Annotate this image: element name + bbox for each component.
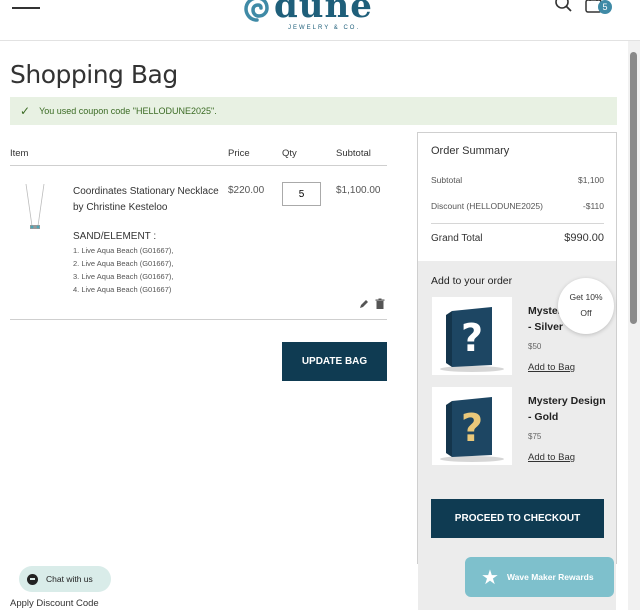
discount-value: -$110 [582, 201, 604, 211]
table-divider [10, 165, 387, 166]
trash-icon[interactable] [375, 298, 385, 310]
mystery-gold-image[interactable]: ? [432, 387, 512, 465]
product-price: $50 [528, 342, 542, 351]
chat-label: Chat with us [46, 574, 93, 584]
table-divider [10, 319, 387, 320]
column-header-item: Item [10, 148, 29, 159]
check-icon: ✓ [20, 104, 31, 118]
quantity-input[interactable] [282, 182, 321, 206]
column-header-price: Price [228, 148, 250, 159]
chat-bubble-icon [27, 573, 38, 585]
chat-widget-button[interactable]: Chat with us [19, 566, 111, 592]
cart-item-subtotal: $1,100.00 [336, 185, 381, 196]
search-icon[interactable] [554, 0, 574, 14]
update-bag-button[interactable]: UPDATE BAG [282, 342, 387, 381]
discount-row: Discount (HELLODUNE2025) -$110 [431, 201, 604, 211]
rewards-label: Wave Maker Rewards [506, 572, 594, 582]
svg-text:?: ? [461, 406, 483, 450]
add-to-bag-link[interactable]: Add to Bag [528, 362, 575, 373]
discount-badge-line: Off [580, 308, 592, 318]
rewards-widget-button[interactable]: ★ Wave Maker Rewards [465, 557, 614, 597]
menu-icon[interactable] [12, 0, 42, 12]
grand-total-value: $990.00 [564, 232, 604, 244]
product-thumbnail[interactable] [18, 182, 52, 234]
option-item: 2. Live Aqua Beach (G01667), [73, 259, 174, 268]
subtotal-value: $1,100 [578, 175, 604, 185]
brand-name: dune [274, 0, 373, 26]
coupon-message-text: You used coupon code "HELLODUNE2025". [39, 106, 217, 116]
product-price: $75 [528, 432, 542, 441]
proceed-to-checkout-button[interactable]: PROCEED TO CHECKOUT [431, 499, 604, 538]
brand-logo[interactable]: dune JEWELRY & CO. [244, 0, 374, 36]
cart-count-badge: 5 [598, 0, 612, 14]
option-item: 1. Live Aqua Beach (G01667), [73, 246, 174, 255]
mystery-box-icon: ? [440, 307, 504, 372]
option-item: 4. Live Aqua Beach (G01667) [73, 285, 172, 294]
mystery-box-icon: ? [440, 397, 504, 462]
edit-pencil-icon[interactable] [358, 298, 370, 310]
product-name[interactable]: Mystery Design - Gold [528, 393, 608, 425]
column-header-qty: Qty [282, 148, 297, 159]
wave-logo-icon [244, 0, 269, 22]
cart-item-price: $220.00 [228, 185, 265, 196]
coupon-success-message: ✓ You used coupon code "HELLODUNE2025". [10, 97, 617, 125]
scrollbar-thumb[interactable] [630, 52, 637, 324]
discount-badge-line: Get 10% [569, 292, 603, 302]
summary-divider [431, 223, 604, 224]
brand-tagline: JEWELRY & CO. [288, 25, 361, 31]
add-to-bag-link[interactable]: Add to Bag [528, 452, 575, 463]
discount-label: Discount (HELLODUNE2025) [431, 201, 543, 211]
option-list: 1. Live Aqua Beach (G01667), 2. Live Aqu… [73, 244, 174, 296]
mystery-silver-image[interactable]: ? [432, 297, 512, 375]
page-title: Shopping Bag [10, 60, 178, 89]
product-name-line: Mystery Design [528, 395, 606, 407]
grand-total-row: Grand Total $990.00 [431, 232, 604, 244]
add-to-order-title: Add to your order [431, 275, 513, 287]
order-summary-title: Order Summary [431, 145, 510, 157]
apply-discount-code-toggle[interactable]: Apply Discount Code [10, 598, 99, 609]
subtotal-label: Subtotal [431, 175, 463, 185]
svg-text:?: ? [461, 316, 483, 360]
option-item: 3. Live Aqua Beach (G01667), [73, 272, 174, 281]
site-header: dune JEWELRY & CO. 5 [0, 0, 640, 41]
column-header-subtotal: Subtotal [336, 148, 371, 159]
discount-popup-badge[interactable]: Get 10% Off [558, 278, 614, 334]
subtotal-row: Subtotal $1,100 [431, 175, 604, 185]
cart-item-name[interactable]: Coordinates Stationary Necklace by Chris… [73, 184, 223, 216]
star-icon: ★ [481, 566, 499, 589]
option-title: SAND/ELEMENT : [73, 231, 157, 242]
product-name-line: - Gold [528, 411, 559, 423]
grand-total-label: Grand Total [431, 233, 483, 244]
